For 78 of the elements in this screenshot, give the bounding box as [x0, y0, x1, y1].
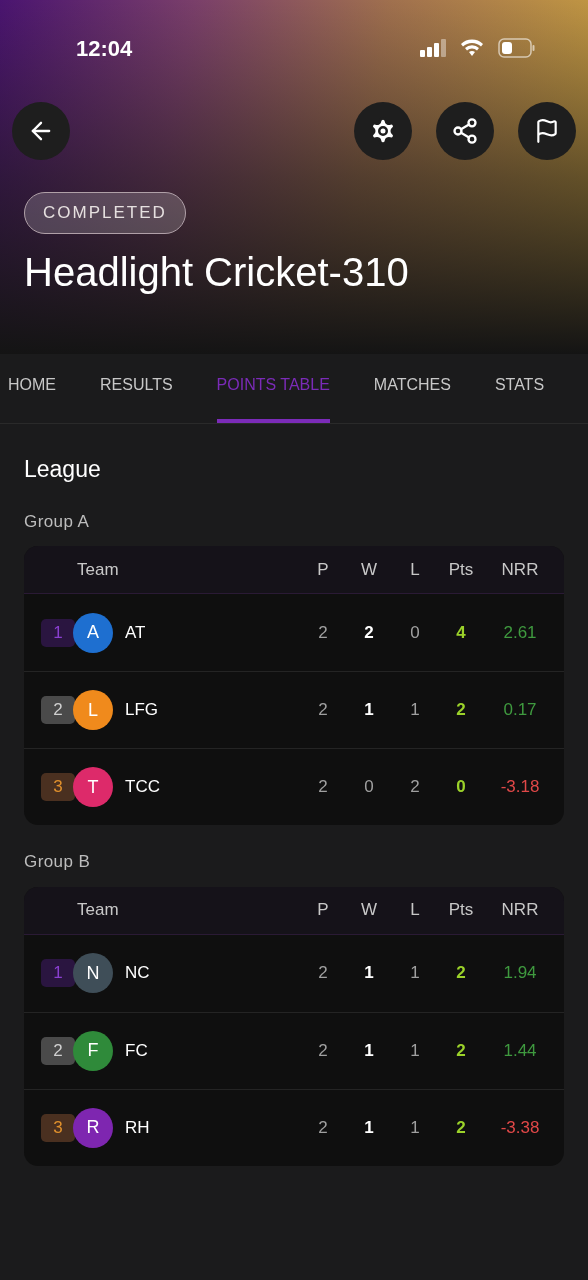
share-icon [451, 117, 479, 145]
status-badge: COMPLETED [24, 192, 186, 234]
table-cell-text: 2 [455, 1116, 467, 1139]
table-cell-text: 1 [363, 1116, 375, 1139]
column-header: L [409, 558, 421, 581]
status-time: 12:04 [76, 34, 133, 63]
table-cell-text: 0 [409, 621, 421, 644]
table-cell-text: 0 [363, 776, 375, 799]
rank-badge: 3 [41, 773, 75, 801]
team-avatar: L [73, 690, 113, 730]
table-cell-text: 2 [317, 1116, 329, 1139]
column-header: Team [77, 899, 120, 922]
table-cell-text: 1 [363, 1039, 375, 1062]
table-cell-text: 2 [317, 776, 329, 799]
column-header: NRR [500, 899, 540, 922]
flag-icon [534, 118, 560, 144]
table-cell-text: 2 [455, 962, 467, 985]
page-title: Headlight Cricket-310 [23, 249, 410, 294]
rank-badge: 2 [41, 696, 75, 724]
signal-icon [420, 39, 448, 57]
table-cell-text: 1 [409, 1116, 421, 1139]
flag-button[interactable] [518, 102, 576, 160]
table-cell-text: 2 [317, 1039, 329, 1062]
table-cell-text: 4 [455, 621, 467, 644]
table-cell-text: 1 [409, 699, 421, 722]
tab[interactable]: HOME [8, 373, 56, 423]
tab[interactable]: MATCHES [373, 373, 451, 423]
team-name: FC [125, 1039, 149, 1062]
group-title: Group A [24, 510, 91, 533]
table-cell-text: 1.44 [502, 1039, 538, 1062]
table-cell-text: 2 [409, 776, 421, 799]
team-avatar: F [73, 1030, 113, 1071]
wifi-icon [460, 39, 484, 57]
column-header: Pts [447, 899, 475, 922]
tab[interactable]: RESULTS [100, 373, 173, 423]
team-name: LFG [125, 699, 160, 722]
column-header: Pts [447, 558, 475, 581]
team-avatar: A [73, 612, 113, 653]
team-avatar: N [73, 953, 113, 993]
column-header: NRR [500, 558, 540, 581]
rank-badge: 1 [41, 618, 75, 647]
column-header: P [316, 899, 330, 922]
table-cell-text: 1 [363, 699, 375, 722]
team-avatar: T [73, 767, 113, 807]
table-cell-text: -3.38 [499, 1116, 541, 1139]
table-cell-text: 0 [455, 776, 467, 799]
table-cell-text: 2 [317, 621, 329, 644]
table-cell-text: -3.18 [499, 776, 541, 799]
team-avatar: R [73, 1107, 113, 1148]
group-title: Group B [24, 851, 92, 873]
table-cell-text: 2 [455, 1039, 467, 1062]
rank-badge: 2 [41, 1036, 75, 1065]
table-cell-text: 2 [317, 699, 329, 722]
team-name: RH [125, 1116, 151, 1139]
table-cell-text: 2 [317, 962, 329, 985]
rank-badge: 1 [41, 959, 75, 987]
table-cell-text: 2 [455, 699, 467, 722]
battery-icon [498, 38, 536, 58]
section-title: League [24, 455, 102, 484]
table-cell-text: 1 [409, 962, 421, 985]
table-cell-text: 2.61 [502, 621, 538, 644]
table-cell-text: 1 [409, 1039, 421, 1062]
column-header: W [359, 558, 378, 581]
team-name: NC [125, 962, 151, 985]
team-name: AT [125, 621, 147, 644]
rank-badge: 3 [41, 1113, 75, 1142]
table-cell-text: 0.17 [502, 699, 538, 722]
settings-button[interactable] [354, 102, 412, 160]
tab[interactable]: STATS [494, 373, 545, 423]
table-cell-text: 1 [363, 962, 375, 985]
column-header: Team [77, 558, 120, 581]
share-button[interactable] [436, 102, 494, 160]
column-header: P [316, 558, 330, 581]
column-header: L [409, 899, 421, 922]
table-cell-text: 2 [363, 621, 375, 644]
column-header: W [359, 899, 378, 922]
table-cell-text: 1.94 [502, 962, 538, 985]
team-name: TCC [125, 776, 161, 799]
